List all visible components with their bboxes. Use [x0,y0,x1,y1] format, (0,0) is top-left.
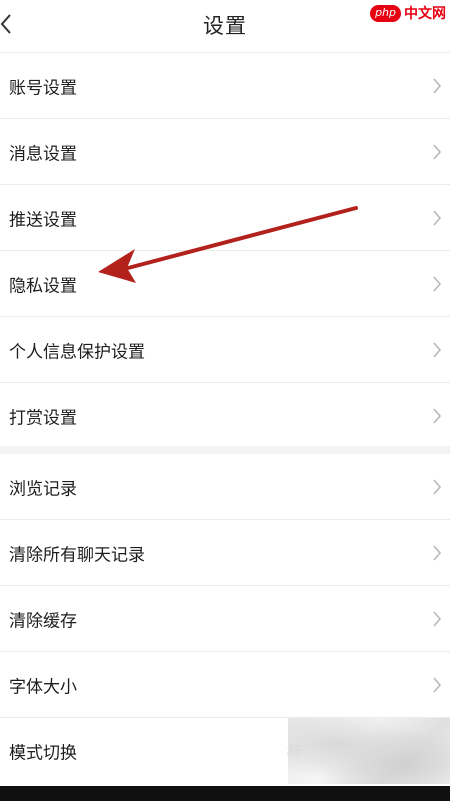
settings-row-label: 浏览记录 [9,479,77,499]
chevron-right-icon [432,143,442,161]
chevron-right-icon [432,341,442,359]
settings-group-account: 账号设置 消息设置 推送设置 隐私设置 个人信息保护设置 打赏设置 [0,52,450,449]
settings-row-font-size[interactable]: 字体大小 [0,652,450,718]
settings-row-personal-info[interactable]: 个人信息保护设置 [0,317,450,383]
settings-row-label: 打赏设置 [9,408,77,429]
watermark-text: 中文网 [404,6,446,22]
settings-row-label: 模式切换 [9,743,77,764]
chevron-right-icon [432,610,442,628]
settings-row-label: 字体大小 [9,677,77,697]
chevron-right-icon [432,77,442,95]
settings-row-label: 个人信息保护设置 [9,342,145,362]
settings-row-messages[interactable]: 消息设置 [0,119,450,185]
watermark-logo: php 中文网 [370,2,446,24]
settings-row-label: 清除缓存 [9,611,77,631]
header-bar: 设置 php 中文网 [0,0,450,52]
settings-row-mode-switch[interactable]: 模式切换 标 [0,718,450,784]
settings-row-label: 账号设置 [9,78,77,98]
settings-row-label: 清除所有聊天记录 [9,545,145,565]
settings-row-clear-cache[interactable]: 清除缓存 [0,586,450,652]
settings-row-history[interactable]: 浏览记录 [0,454,450,520]
settings-group-general: 浏览记录 清除所有聊天记录 清除缓存 字体大小 模式切换 标 [0,454,450,784]
watermark-php: php [370,4,401,22]
settings-row-privacy[interactable]: 隐私设置 [0,251,450,317]
chevron-right-icon [432,676,442,694]
chevron-right-icon [432,478,442,496]
chevron-right-icon [432,407,442,425]
settings-row-label: 隐私设置 [9,276,77,296]
settings-row-label: 推送设置 [9,210,77,230]
group-divider [0,446,450,454]
chevron-right-icon [432,275,442,293]
settings-row-account[interactable]: 账号设置 [0,53,450,119]
settings-row-push[interactable]: 推送设置 [0,185,450,251]
chevron-right-icon [432,544,442,562]
settings-row-clear-chats[interactable]: 清除所有聊天记录 [0,520,450,586]
system-navigation-bar [0,786,450,801]
settings-row-tipping[interactable]: 打赏设置 [0,383,450,449]
settings-row-label: 消息设置 [9,144,77,164]
chevron-right-icon [432,209,442,227]
blurred-region [288,718,450,784]
